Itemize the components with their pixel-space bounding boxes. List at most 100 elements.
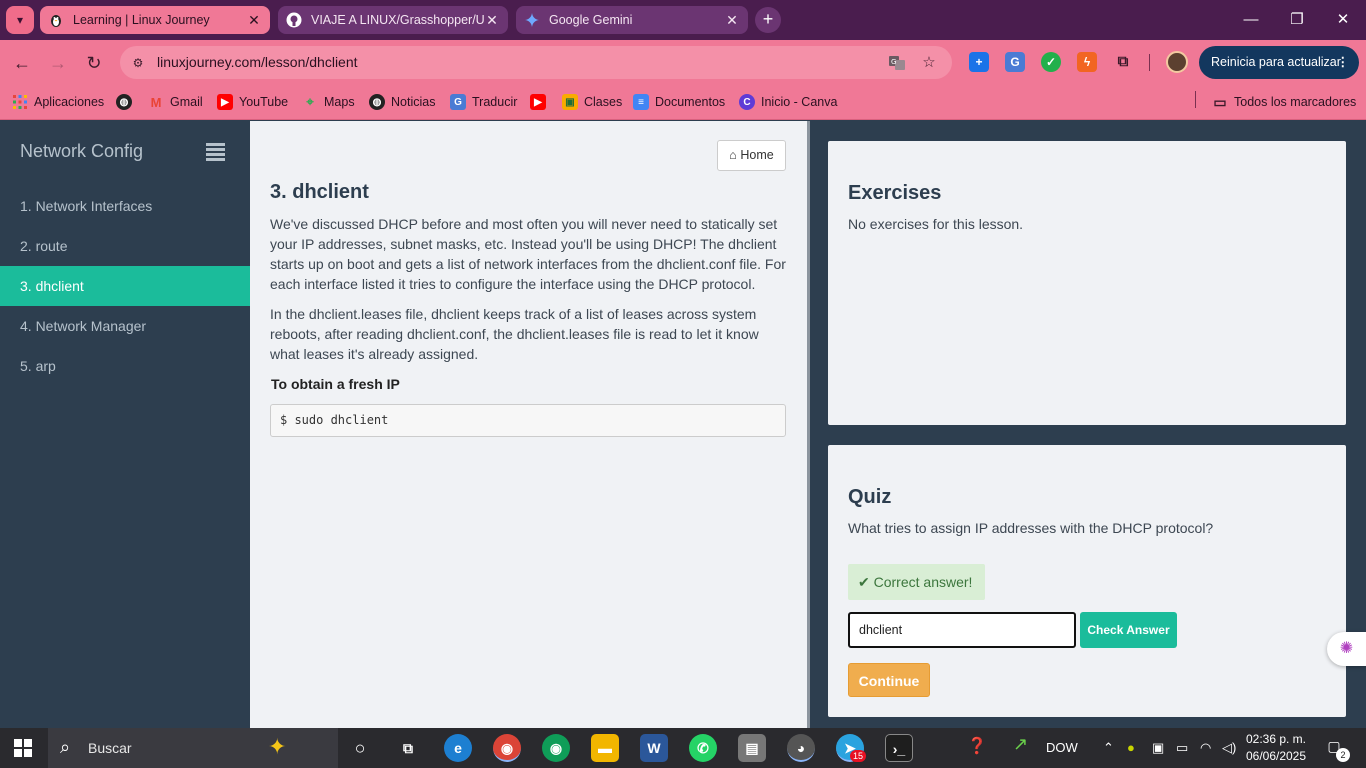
- bookmark-gmail[interactable]: M Gmail: [148, 93, 203, 111]
- translate-extension-icon[interactable]: G: [1005, 52, 1025, 72]
- chrome-icon[interactable]: ◉: [542, 734, 570, 762]
- volume-icon[interactable]: ◁): [1222, 740, 1236, 756]
- chrome-profile-icon[interactable]: ◉: [493, 734, 521, 762]
- sidebar-item-network-interfaces[interactable]: 1. Network Interfaces: [0, 186, 250, 226]
- bookmark-aplicaciones[interactable]: Aplicaciones: [12, 93, 104, 111]
- answer-input[interactable]: [848, 612, 1076, 648]
- tab-title: Learning | Linux Journey: [73, 13, 210, 27]
- tab-strip: ▾ Learning | Linux Journey ✕ VIAJE A LIN…: [0, 0, 1366, 40]
- penguin-app-icon[interactable]: ◕: [787, 734, 815, 762]
- update-label: Reinicia para actualizar: [1211, 55, 1341, 69]
- bookmark-clases[interactable]: ▣ Clases: [562, 93, 622, 111]
- quiz-question: What tries to assign IP addresses with t…: [848, 520, 1214, 536]
- gmail-icon: M: [150, 94, 162, 110]
- update-button[interactable]: Reinicia para actualizar ⋮: [1199, 46, 1359, 79]
- bookmark-canva[interactable]: C Inicio - Canva: [739, 93, 837, 111]
- continue-button[interactable]: Continue: [848, 663, 930, 697]
- url-text[interactable]: linuxjourney.com/lesson/dhclient: [157, 54, 358, 70]
- lesson-title: 3. dhclient: [270, 181, 369, 203]
- close-icon[interactable]: ✕: [724, 12, 740, 29]
- apps-grid-icon: [12, 94, 28, 110]
- taskbar-search-placeholder: Buscar: [88, 740, 132, 756]
- windows-taskbar: ⌕ Buscar ✦ ○ ⧉ e ◉ ◉ ▬ W ✆ ▤ ◕ ➤ 15 ›_ ❓…: [0, 728, 1366, 768]
- sidebar-item-network-manager[interactable]: 4. Network Manager: [0, 306, 250, 346]
- sidebar-item-dhclient[interactable]: 3. dhclient: [0, 266, 250, 306]
- clock-time: 02:36 p. m.: [1245, 732, 1307, 746]
- whatsapp-icon[interactable]: ✆: [689, 734, 717, 762]
- puzzle-icon[interactable]: ⧉: [1113, 52, 1133, 72]
- help-icon[interactable]: ❓: [967, 736, 987, 756]
- system-clock[interactable]: 02:36 p. m. 06/06/2025: [1240, 731, 1312, 765]
- file-explorer-icon[interactable]: ▬: [591, 734, 619, 762]
- tray-app-icon[interactable]: ●: [1127, 740, 1135, 755]
- restore-button[interactable]: ❐: [1274, 0, 1320, 40]
- lesson-content: ⌂ Home 3. dhclient We've discussed DHCP …: [250, 121, 807, 728]
- bookmark-youtube[interactable]: ▶ YouTube: [217, 93, 288, 111]
- site-settings-icon[interactable]: ⚙: [128, 53, 148, 73]
- canva-icon: C: [739, 94, 755, 110]
- word-icon[interactable]: W: [640, 734, 668, 762]
- close-window-button[interactable]: ✕: [1320, 0, 1366, 40]
- taskbar-search[interactable]: ⌕ Buscar ✦: [48, 728, 338, 768]
- minimize-button[interactable]: —: [1228, 0, 1274, 40]
- bookmark-traducir[interactable]: G Traducir: [450, 93, 517, 111]
- bookmarks-bar: Aplicaciones ◍ M Gmail ▶ YouTube ⌖ Maps …: [0, 85, 1366, 120]
- lesson-subheading: To obtain a fresh IP: [271, 376, 400, 392]
- gemini-icon: [524, 12, 540, 28]
- penguin-icon: [48, 12, 64, 28]
- close-icon[interactable]: ✕: [484, 12, 500, 29]
- new-tab-button[interactable]: +: [755, 7, 781, 33]
- cortana-icon[interactable]: ○: [346, 734, 374, 762]
- edge-icon[interactable]: e: [444, 734, 472, 762]
- tab-gemini[interactable]: Google Gemini ✕: [516, 6, 748, 34]
- bookmark-maps[interactable]: ⌖ Maps: [302, 93, 354, 111]
- translate-icon[interactable]: G: [886, 52, 908, 74]
- terminal-icon[interactable]: ›_: [885, 734, 913, 762]
- sidebar-item-route[interactable]: 2. route: [0, 226, 250, 266]
- globe-icon: ◍: [116, 94, 132, 110]
- check-extension-icon[interactable]: ✓: [1041, 52, 1061, 72]
- translate-icon: G: [450, 94, 466, 110]
- sidebar-title: Network Config: [20, 141, 144, 161]
- hamburger-menu-icon[interactable]: [206, 143, 225, 161]
- exercises-title: Exercises: [848, 182, 942, 204]
- tab-github[interactable]: VIAJE A LINUX/Grasshopper/Us ✕: [278, 6, 508, 34]
- check-answer-button[interactable]: Check Answer: [1080, 612, 1177, 648]
- camera-icon[interactable]: ▣: [1152, 740, 1164, 756]
- windows-start-icon[interactable]: [14, 739, 32, 757]
- forward-button[interactable]: →: [45, 50, 71, 76]
- tab-linux-journey[interactable]: Learning | Linux Journey ✕: [40, 6, 270, 34]
- star-icon[interactable]: ☆: [918, 52, 940, 74]
- app-window-icon[interactable]: ▤: [738, 734, 766, 762]
- close-icon[interactable]: ✕: [246, 12, 262, 29]
- sidebar-item-arp[interactable]: 5. arp: [0, 346, 250, 386]
- wifi-icon[interactable]: ◠: [1200, 740, 1211, 756]
- back-button[interactable]: ←: [9, 50, 35, 76]
- bookmark-youtube-2[interactable]: ▶: [530, 93, 552, 111]
- plus-extension-icon[interactable]: +: [969, 52, 989, 72]
- profile-avatar[interactable]: [1166, 51, 1188, 73]
- bookmark-noticias[interactable]: ◍ Noticias: [369, 93, 435, 111]
- address-bar[interactable]: ⚙ linuxjourney.com/lesson/dhclient G ☆: [120, 46, 952, 79]
- toolbar-separator: [1149, 54, 1150, 71]
- notification-center-icon[interactable]: ▢ 2: [1322, 738, 1350, 762]
- bolt-extension-icon[interactable]: ϟ: [1077, 52, 1097, 72]
- exercises-card: Exercises No exercises for this lesson.: [828, 141, 1346, 425]
- tab-search-button[interactable]: ▾: [6, 6, 34, 34]
- battery-icon[interactable]: ▭: [1176, 740, 1188, 756]
- arrow-left-icon: ←: [13, 53, 31, 73]
- bookmark-globe[interactable]: ◍: [116, 93, 138, 111]
- reload-button[interactable]: ↻: [81, 50, 107, 76]
- quiz-card: Quiz What tries to assign IP addresses w…: [828, 445, 1346, 717]
- chevron-up-icon[interactable]: ⌃: [1103, 740, 1114, 756]
- restore-icon: ❐: [1290, 11, 1304, 28]
- home-button[interactable]: ⌂ Home: [717, 140, 786, 171]
- stocks-ticker[interactable]: DOW: [1046, 740, 1078, 755]
- brain-widget-icon[interactable]: ✺: [1327, 632, 1366, 666]
- stocks-chart-icon[interactable]: ↗: [1013, 734, 1028, 755]
- task-view-icon[interactable]: ⧉: [394, 734, 422, 762]
- arrow-right-icon: →: [49, 53, 67, 73]
- bookmark-documentos[interactable]: ≡ Documentos: [633, 93, 725, 111]
- bookmarks-separator: [1195, 91, 1196, 108]
- all-bookmarks[interactable]: ▭ Todos los marcadores: [1212, 93, 1356, 111]
